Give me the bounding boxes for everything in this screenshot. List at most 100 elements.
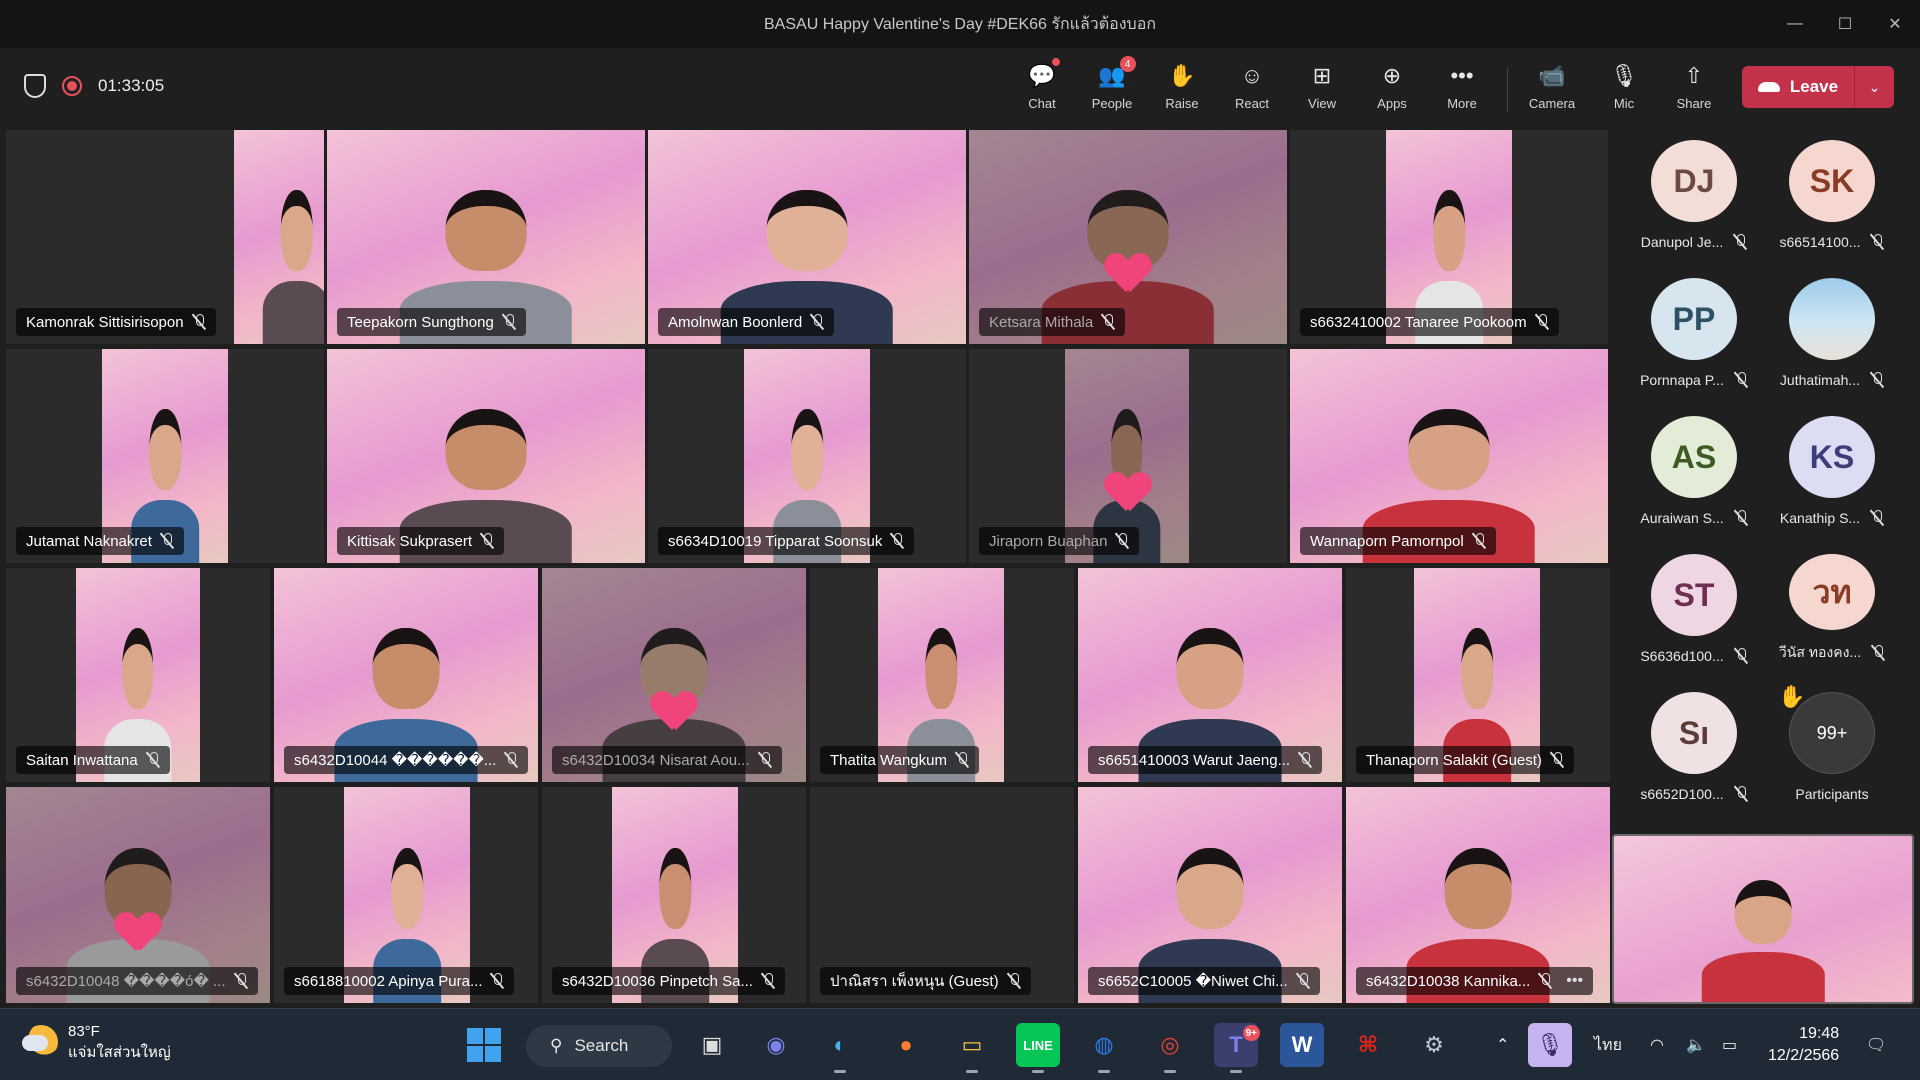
microphone-tray-icon[interactable]: 🎙 [1528,1023,1572,1067]
task-view-icon[interactable]: ▣ [690,1023,734,1067]
apps-button[interactable]: ⊕ Apps [1360,60,1424,120]
video-tile[interactable]: Wannaporn Pamornpol [1290,349,1608,563]
maximize-icon[interactable]: ☐ [1820,0,1870,48]
video-tile[interactable]: s6432D10036 Pinpetch Sa... [542,787,806,1003]
acrobat-icon[interactable]: ⌘ [1346,1023,1390,1067]
chat-app-icon[interactable]: ◉ [754,1023,798,1067]
video-tile[interactable]: Amolnwan Boonlerd [648,130,966,344]
video-tile[interactable]: s6432D10048 ����ó� ... [6,787,270,1003]
participant-name: Kittisak Sukprasert [347,532,473,550]
mic-off-icon [955,752,969,768]
participant-name-label: s6432D10036 Pinpetch Sa... [552,967,785,995]
file-explorer-icon[interactable]: ▭ [950,1023,994,1073]
video-tile[interactable]: Teepakorn Sungthong [327,130,645,344]
participant-avatar-tile[interactable]: DJ Danupol Je... [1634,140,1754,250]
word-icon[interactable]: W [1280,1023,1324,1067]
avatar: AS [1651,416,1737,498]
participant-name-label: s6432D10034 Nisarat Aou... [552,746,782,774]
react-button[interactable]: ☺ React [1220,60,1284,120]
video-tile[interactable]: ปาณิสรา เพ็งหนุน (Guest) [810,787,1074,1003]
participant-avatar-tile[interactable]: Sı s6652D100... [1634,692,1754,802]
wifi-icon[interactable]: ◠ [1650,1009,1664,1080]
people-icon: 👥 4 [1098,56,1136,92]
minimize-icon[interactable]: — [1770,0,1820,48]
webex-icon[interactable]: ◍ [1082,1023,1126,1073]
start-button[interactable] [462,1023,506,1067]
shield-icon[interactable] [24,74,46,98]
participant-name: Pornnapa P... [1640,372,1748,388]
firefox-icon[interactable]: ● [884,1023,928,1067]
volume-icon[interactable]: 🔈 [1686,1009,1706,1080]
video-tile[interactable]: Jutamat Naknakret [6,349,324,563]
self-preview[interactable] [1612,834,1914,1004]
participant-avatar-tile[interactable]: AS Auraiwan S... [1634,416,1754,526]
avatar: SK [1789,140,1875,222]
close-icon[interactable]: ✕ [1870,0,1920,48]
teams-icon[interactable]: T 9+ [1214,1023,1260,1073]
participant-name: Teepakorn Sungthong [347,313,494,331]
chevron-down-icon[interactable]: ⌄ [1854,66,1894,108]
language-indicator[interactable]: ไทย [1594,1009,1622,1080]
video-tile[interactable]: s6634D10019 Tipparat Soonsuk [648,349,966,563]
video-tile[interactable]: s6632410002 Tanaree Pookoom [1290,130,1608,344]
weather-widget[interactable]: 83°F แจ่มใสส่วนใหญ่ [22,1021,171,1063]
line-app-icon[interactable]: LINE [1016,1023,1060,1073]
participant-name: Amolnwan Boonlerd [668,313,803,331]
settings-gear-icon[interactable]: ⚙ [1412,1023,1456,1067]
more-options-icon[interactable]: ••• [1566,972,1583,990]
taskbar-search[interactable]: ⚲ Search [526,1025,672,1067]
participant-avatar-tile[interactable]: KS Kanathip S... [1772,416,1892,526]
people-button[interactable]: 👥 4 People [1080,56,1144,120]
participants-overflow[interactable]: 99+ Participants ✋ [1772,684,1892,802]
video-tile[interactable]: Kittisak Sukprasert [327,349,645,563]
mic-off-icon [1733,234,1747,250]
avatar: วท [1789,554,1875,630]
video-tile[interactable]: s6432D10034 Nisarat Aou... [542,568,806,782]
avatar: Sı [1651,692,1737,774]
participant-name: s6618810002 Apinya Pura... [294,972,483,990]
avatar [1789,278,1875,360]
participant-name-label: ปาณิสรา เพ็งหนุน (Guest) [820,967,1031,995]
video-tile[interactable]: s6652C10005 �Niwet Chi... [1078,787,1342,1003]
video-tile[interactable]: Saitan Inwattana [6,568,270,782]
heart-reaction-icon [1106,254,1150,294]
raise-hand-button[interactable]: ✋ Raise [1150,60,1214,120]
video-tile[interactable]: s6432D10038 Kannika... ••• [1346,787,1610,1003]
system-clock[interactable]: 19:48 12/2/2566 [1768,1023,1839,1067]
raised-hand-icon: ✋ [1778,684,1806,709]
video-tile[interactable]: s6618810002 Apinya Pura... [274,787,538,1003]
participant-name: Kanathip S... [1780,510,1884,526]
mic-button[interactable]: 🎙 Mic [1592,60,1656,120]
video-tile[interactable]: Ketsara Mithala [969,130,1287,344]
participant-avatar-tile[interactable]: Juthatimah... [1772,278,1892,388]
camera-button[interactable]: 📹 Camera [1520,60,1584,120]
participant-name: Wannaporn Pamornpol [1310,532,1464,550]
participant-name: s6651410003 Warut Jaeng... [1098,751,1291,769]
participant-name-label: s6432D10038 Kannika... ••• [1356,967,1594,995]
video-tile[interactable]: Jiraporn Buaphan [969,349,1287,563]
leave-button[interactable]: Leave ⌄ [1742,66,1894,108]
participant-avatar-tile[interactable]: SK s66514100... [1772,140,1892,250]
video-tile[interactable]: Kamonrak Sittisirisopon [6,130,324,344]
participant-avatar-tile[interactable]: วท วีนัส ทองคง... [1772,554,1892,664]
video-tile[interactable]: s6651410003 Warut Jaeng... [1078,568,1342,782]
video-tile[interactable]: s6432D10044 ������... [274,568,538,782]
participant-avatar-tile[interactable]: ST S6636d100... [1634,554,1754,664]
participant-name-label: s6634D10019 Tipparat Soonsuk [658,527,915,555]
video-tile[interactable]: Thanaporn Salakit (Guest) [1346,568,1610,782]
chat-button[interactable]: 💬 Chat [1010,58,1074,120]
more-button[interactable]: ••• More [1430,60,1494,120]
chevron-up-icon[interactable]: ⌃ [1496,1009,1509,1080]
notification-icon[interactable]: 🗨 [1866,1009,1886,1080]
edge-browser-icon[interactable]: ◐ [818,1023,862,1073]
share-button[interactable]: ⇧ Share [1662,60,1726,120]
chrome-icon[interactable]: ◎ [1148,1023,1192,1073]
battery-icon[interactable]: ▭ [1722,1009,1737,1080]
mic-off-icon [1298,752,1312,768]
view-button[interactable]: ⊞ View [1290,60,1354,120]
mic-off-icon [1870,510,1884,526]
participant-avatar-tile[interactable]: PP Pornnapa P... [1634,278,1754,388]
recording-icon [62,76,82,96]
participant-name: Juthatimah... [1780,372,1884,388]
video-tile[interactable]: Thatita Wangkum [810,568,1074,782]
